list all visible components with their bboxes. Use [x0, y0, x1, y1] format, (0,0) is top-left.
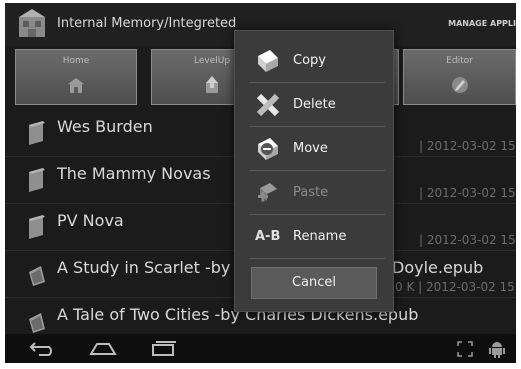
- book-icon: [29, 266, 45, 286]
- level-up-icon: [206, 76, 218, 93]
- recent-apps-icon[interactable]: [149, 340, 177, 356]
- screen-fit-icon[interactable]: [457, 341, 473, 357]
- context-menu: Copy Delete Move Paste A-B Rename Cancel: [234, 30, 394, 312]
- move-label: Move: [293, 141, 328, 156]
- editor-button[interactable]: Editor: [403, 49, 516, 105]
- book-icon: [29, 313, 45, 333]
- paste-menu-item[interactable]: Paste: [235, 171, 393, 214]
- delete-icon: [256, 93, 280, 117]
- rename-icon: A-B: [255, 229, 281, 244]
- file-meta: | 2012-03-02 15: [419, 139, 516, 153]
- copy-label: Copy: [293, 53, 326, 68]
- folder-icon: [29, 121, 45, 145]
- delete-menu-item[interactable]: Delete: [235, 83, 393, 126]
- current-path-title: Internal Memory/Integreted: [57, 16, 237, 31]
- paste-label: Paste: [293, 185, 329, 200]
- copy-icon: [258, 50, 278, 72]
- file-name: The Mammy Novas: [57, 164, 211, 183]
- file-name-tail: Doyle.epub: [392, 258, 484, 277]
- cancel-button[interactable]: Cancel: [251, 267, 377, 299]
- delete-label: Delete: [293, 97, 336, 112]
- editor-button-label: Editor: [446, 56, 473, 66]
- app-screen: Internal Memory/Integreted MANAGE APPLI …: [5, 3, 516, 363]
- editor-icon: [451, 77, 468, 93]
- app-logo-icon: [19, 9, 45, 37]
- file-name: A Study in Scarlet -by: [57, 258, 231, 277]
- file-name: PV Nova: [57, 211, 124, 230]
- home-button[interactable]: Home: [15, 49, 137, 105]
- home-icon: [68, 78, 84, 93]
- navigation-bar: [5, 334, 516, 363]
- file-meta: | 2012-03-02 15: [419, 186, 516, 200]
- move-icon: [258, 138, 278, 160]
- android-icon[interactable]: [489, 340, 505, 358]
- paste-icon: [258, 183, 277, 202]
- home-nav-icon[interactable]: [89, 340, 117, 356]
- file-meta: | 2012-03-02 15: [419, 233, 516, 247]
- copy-menu-item[interactable]: Copy: [235, 39, 393, 82]
- rename-label: Rename: [293, 229, 347, 244]
- file-name: Wes Burden: [57, 117, 153, 136]
- home-button-label: Home: [62, 56, 90, 66]
- folder-icon: [29, 215, 45, 239]
- back-icon[interactable]: [29, 340, 57, 356]
- manage-apps-button[interactable]: MANAGE APPLI: [448, 19, 516, 28]
- folder-icon: [29, 168, 45, 192]
- menu-divider: [249, 258, 385, 259]
- move-menu-item[interactable]: Move: [235, 127, 393, 170]
- file-meta: 0 K | 2012-03-02 15: [395, 280, 515, 294]
- rename-menu-item[interactable]: A-B Rename: [235, 215, 393, 258]
